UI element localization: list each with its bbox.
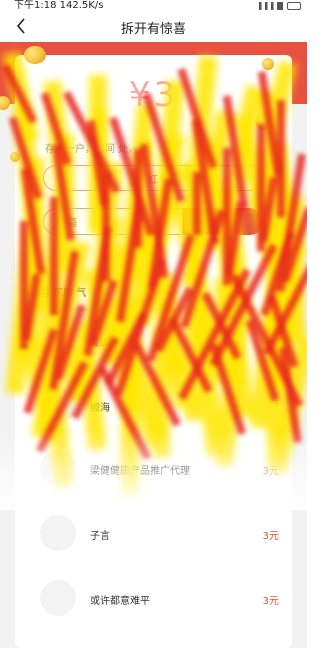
nav-bar: 拆开有惊喜	[0, 12, 307, 42]
status-time: 下午1:18	[14, 0, 57, 11]
battery-icon	[287, 2, 301, 10]
signal-icon	[259, 2, 283, 10]
list-header-label: 看 家的 气	[40, 288, 87, 299]
list-item: 椒海 3	[15, 375, 292, 435]
record-name: 子言	[90, 531, 110, 542]
list-item: 江湖赴 3	[15, 310, 292, 370]
record-amount: 3	[272, 399, 279, 410]
record-amount: 3	[272, 334, 279, 345]
invite-submit-button[interactable]: 添	[183, 208, 263, 235]
list-item: 或许都意难平 3元	[15, 568, 292, 628]
record-amount: 3元	[262, 466, 279, 477]
record-name: 江湖赴	[90, 338, 120, 349]
packet-amount: ¥3	[128, 75, 179, 115]
avatar	[40, 387, 76, 423]
coin-icon	[24, 46, 46, 64]
list-item: 梁健健康产品推广代理 3元	[15, 438, 292, 498]
avatar	[40, 515, 76, 551]
record-name: 椒海	[90, 403, 110, 414]
invite-code-input[interactable]: 邀 亳	[43, 208, 183, 235]
record-amount: 3元	[262, 531, 279, 542]
coin-icon	[255, 112, 275, 130]
avatar	[40, 580, 76, 616]
watch-video-button[interactable]: 看 红 信	[43, 165, 263, 191]
page-title: 拆开有惊喜	[120, 22, 186, 37]
status-net-speed: 142.5K/s	[59, 0, 104, 11]
avatar	[40, 322, 76, 358]
list-item: 子言 3元	[15, 503, 292, 563]
list-header: 看 家的 气	[15, 270, 292, 310]
avatar	[40, 450, 76, 486]
record-name: 或许都意难平	[90, 596, 150, 607]
record-amount: 3元	[262, 596, 279, 607]
coin-icon	[262, 58, 274, 70]
coin-icon	[10, 152, 20, 162]
record-name: 梁健健康产品推广代理	[90, 466, 190, 477]
red-packet-card: ¥3 存入一户，时间 处， 拆 看 红 信 邀 亳 添 看 家的 气 江湖赴 3…	[15, 55, 292, 648]
invite-row: 邀 亳 添	[43, 208, 263, 235]
hint-text: 存入一户，时间 处， 拆	[45, 144, 152, 155]
